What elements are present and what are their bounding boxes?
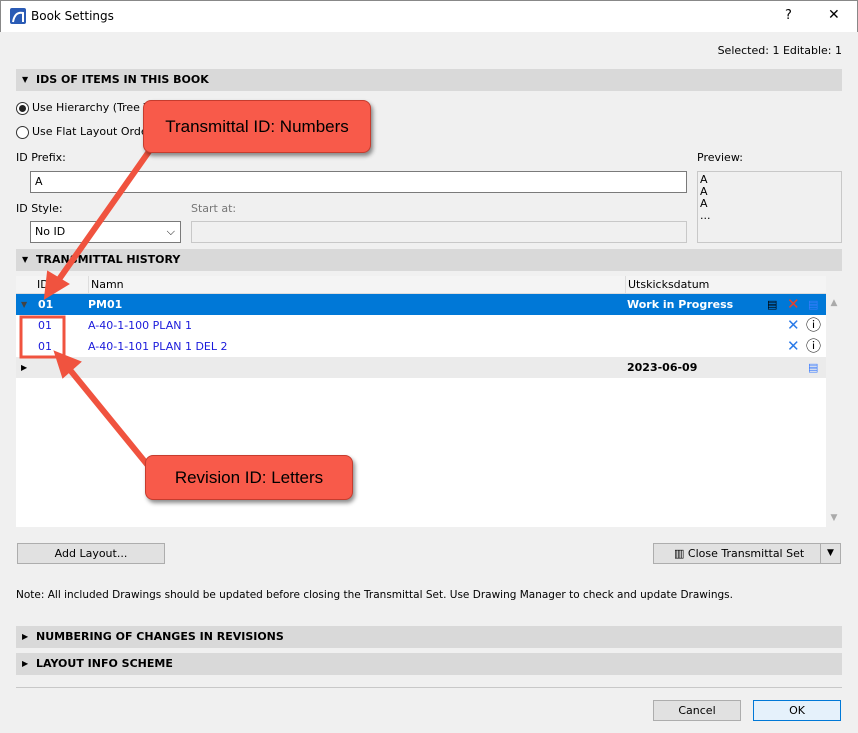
add-layout-button[interactable]: Add Layout... <box>17 543 165 564</box>
scrollbar[interactable]: ▲ ▼ <box>826 276 842 527</box>
id-prefix-label: ID Prefix: <box>16 151 66 164</box>
table-header: ID Namn Utskicksdatum <box>16 276 826 294</box>
section-history-header[interactable]: ▼ TRANSMITTAL HISTORY <box>16 249 842 271</box>
select-value: No ID <box>35 225 66 238</box>
book-icon: ▥ <box>674 547 688 560</box>
row-id: 01 <box>38 298 54 311</box>
expand-icon: ▶ <box>22 632 29 641</box>
close-transmittal-set-button[interactable]: ▥ Close Transmittal Set ▼ <box>653 543 841 564</box>
table-row[interactable]: 01 A-40-1-100 PLAN 1 ✕ ⓘ <box>16 315 826 336</box>
info-icon[interactable]: ⓘ <box>806 336 821 357</box>
radio-hierarchy[interactable]: Use Hierarchy (Tree Vi <box>16 101 154 115</box>
list-icon[interactable]: ▤ <box>808 357 818 378</box>
column-header-id[interactable]: ID <box>37 276 49 294</box>
row-name: A-40-1-101 PLAN 1 DEL 2 <box>88 340 228 353</box>
preview-line: A <box>700 197 708 210</box>
divider <box>16 687 842 688</box>
help-button[interactable]: ? <box>785 8 792 23</box>
transmittal-set-icon[interactable]: ▤ <box>767 294 777 315</box>
expand-icon: ▶ <box>22 659 29 668</box>
radio-flat[interactable]: Use Flat Layout Orde <box>16 125 148 139</box>
id-style-label: ID Style: <box>16 202 63 215</box>
row-id: 01 <box>38 319 52 332</box>
preview-box: A A A ... <box>697 171 842 243</box>
table-row-transmittal[interactable]: ▼ 01 PM01 Work in Progress ▤ ✕ ▤ <box>16 294 826 315</box>
delete-icon[interactable]: ✕ <box>787 294 800 315</box>
collapse-icon: ▼ <box>22 75 29 84</box>
ok-button[interactable]: OK <box>753 700 841 721</box>
app-logo-icon <box>10 8 26 24</box>
cancel-button[interactable]: Cancel <box>653 700 741 721</box>
row-date: Work in Progress <box>627 298 734 311</box>
preview-line: A <box>700 173 708 186</box>
window-title: Book Settings <box>31 9 114 23</box>
section-title: LAYOUT INFO SCHEME <box>36 657 173 670</box>
radio-label: Use Hierarchy (Tree Vi <box>32 101 154 114</box>
selection-status: Selected: 1 Editable: 1 <box>717 44 842 57</box>
section-numbering-header[interactable]: ▶ NUMBERING OF CHANGES IN REVISIONS <box>16 626 842 648</box>
radio-label: Use Flat Layout Orde <box>32 125 148 138</box>
section-layout-info-header[interactable]: ▶ LAYOUT INFO SCHEME <box>16 653 842 675</box>
close-button[interactable]: ✕ <box>828 7 840 23</box>
section-title: NUMBERING OF CHANGES IN REVISIONS <box>36 630 284 643</box>
row-date: 2023-06-09 <box>627 361 698 374</box>
row-name: A-40-1-100 PLAN 1 <box>88 319 192 332</box>
id-prefix-input[interactable]: A <box>30 171 687 193</box>
id-style-select[interactable]: No ID ⌵ <box>30 221 181 243</box>
chevron-down-icon: ⌵ <box>166 225 175 238</box>
row-name: PM01 <box>88 298 123 311</box>
button-label: Close Transmittal Set <box>687 547 805 560</box>
info-icon[interactable]: ⓘ <box>806 315 821 336</box>
column-header-name[interactable]: Namn <box>88 276 124 294</box>
transmittal-table: ID Namn Utskicksdatum ▼ 01 PM01 Work in … <box>16 276 842 527</box>
table-row-transmittal[interactable]: ▶ 2023-06-09 ▤ <box>16 357 826 378</box>
list-icon[interactable]: ▤ <box>808 294 818 315</box>
expand-right-icon[interactable]: ▶ <box>21 357 27 378</box>
preview-line: ... <box>700 209 711 222</box>
callout-revision-id: Revision ID: Letters <box>145 455 353 500</box>
collapse-icon: ▼ <box>22 255 29 264</box>
section-title: TRANSMITTAL HISTORY <box>36 253 181 266</box>
preview-label: Preview: <box>697 151 743 164</box>
table-row[interactable]: 01 A-40-1-101 PLAN 1 DEL 2 ✕ ⓘ <box>16 336 826 357</box>
remove-icon[interactable]: ✕ <box>787 336 800 357</box>
remove-icon[interactable]: ✕ <box>787 315 800 336</box>
section-title: IDS OF ITEMS IN THIS BOOK <box>36 73 209 86</box>
row-id: 01 <box>38 340 52 353</box>
note-text: Note: All included Drawings should be up… <box>16 589 733 601</box>
start-at-input <box>191 221 687 243</box>
callout-transmittal-id: Transmittal ID: Numbers <box>143 100 371 153</box>
section-ids-header[interactable]: ▼ IDS OF ITEMS IN THIS BOOK <box>16 69 842 91</box>
expand-down-icon[interactable]: ▼ <box>21 294 27 315</box>
dropdown-arrow-icon[interactable]: ▼ <box>820 544 840 563</box>
column-header-date[interactable]: Utskicksdatum <box>625 276 709 294</box>
title-bar: Book Settings ? ✕ <box>0 0 858 32</box>
preview-line: A <box>700 185 708 198</box>
start-at-label: Start at: <box>191 202 237 215</box>
